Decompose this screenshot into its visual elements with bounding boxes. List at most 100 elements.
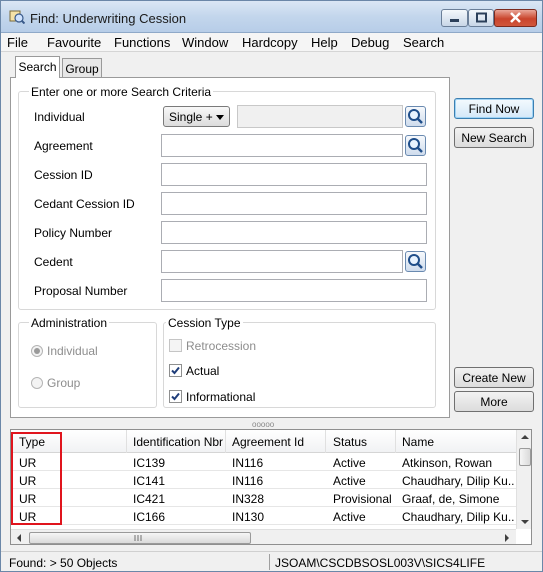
agreement-field[interactable] <box>161 134 403 157</box>
new-search-button[interactable]: New Search <box>454 127 534 148</box>
menu-help[interactable]: Help <box>311 35 338 50</box>
menu-file[interactable]: File <box>7 35 28 50</box>
individual-label: Individual <box>34 110 85 124</box>
find-now-button[interactable]: Find Now <box>454 98 534 119</box>
radio-dot <box>34 348 40 354</box>
proposal-number-field[interactable] <box>161 279 427 302</box>
cell-status: Active <box>333 510 366 524</box>
cession-id-field[interactable] <box>161 163 427 186</box>
informational-label: Informational <box>186 390 256 404</box>
minimize-icon <box>450 19 459 22</box>
cedant-cession-id-label: Cedant Cession ID <box>34 197 135 211</box>
menu-window[interactable]: Window <box>182 35 228 50</box>
horizontal-scrollbar[interactable] <box>11 529 516 544</box>
proposal-number-label: Proposal Number <box>34 284 128 298</box>
administration-group <box>18 322 157 408</box>
cell-status: Active <box>333 474 366 488</box>
column-divider[interactable] <box>126 430 127 453</box>
title-bar[interactable]: Find: Underwriting Cession <box>1 1 542 33</box>
grip-icon <box>134 535 142 541</box>
individual-field[interactable] <box>237 105 403 128</box>
cell-agreement-id: IN328 <box>232 492 265 506</box>
policy-number-field[interactable] <box>161 221 427 244</box>
retrocession-checkbox[interactable] <box>169 339 182 352</box>
scroll-left-icon[interactable] <box>16 534 22 542</box>
cedent-search-button[interactable] <box>405 251 426 272</box>
cell-status: Active <box>333 456 366 470</box>
column-header-agreement-id[interactable]: Agreement Id <box>232 435 304 449</box>
status-bar: Found: > 50 Objects JSOAM\CSCDBSOSL003V\… <box>1 551 542 571</box>
individual-mode-select[interactable]: Single + <box>163 106 230 127</box>
status-divider <box>269 554 270 570</box>
close-button[interactable] <box>494 9 537 27</box>
cell-name: Chaudhary, Dilip Ku... <box>402 510 514 524</box>
splitter-grip[interactable]: ooooo <box>252 420 274 429</box>
admin-individual-radio[interactable] <box>31 345 43 357</box>
vertical-scrollbar[interactable] <box>516 430 531 529</box>
actual-checkbox[interactable] <box>169 364 182 377</box>
checkmark-icon <box>171 366 180 375</box>
found-count-text: Found: > 50 Objects <box>9 556 118 570</box>
cell-identification-nbr: IC421 <box>133 492 166 506</box>
individual-mode-value: Single + <box>169 110 213 124</box>
window-title: Find: Underwriting Cession <box>30 11 187 26</box>
tab-search[interactable]: Search <box>15 56 60 78</box>
horizontal-scroll-thumb[interactable] <box>29 532 251 544</box>
individual-search-button[interactable] <box>405 106 426 127</box>
column-header-identification-nbr[interactable]: Identification Nbr <box>133 435 223 449</box>
cell-name: Graaf, de, Simone <box>402 492 500 506</box>
informational-checkbox[interactable] <box>169 390 182 403</box>
column-header-name[interactable]: Name <box>402 435 434 449</box>
table-row[interactable]: UR IC166 IN130 Active Chaudhary, Dilip K… <box>11 508 516 525</box>
scroll-up-icon[interactable] <box>521 434 529 440</box>
menu-search[interactable]: Search <box>403 35 444 50</box>
cell-identification-nbr: IC139 <box>133 456 166 470</box>
table-row[interactable]: UR IC421 IN328 Provisional Graaf, de, Si… <box>11 490 516 507</box>
agreement-search-button[interactable] <box>405 135 426 156</box>
scroll-right-icon[interactable] <box>504 534 510 542</box>
cell-status: Provisional <box>333 492 392 506</box>
chevron-down-icon <box>216 115 224 120</box>
tab-group[interactable]: Group <box>62 58 102 78</box>
magnifier-icon <box>408 138 423 153</box>
minimize-button[interactable] <box>441 9 468 27</box>
table-header: Type Identification Nbr Agreement Id Sta… <box>11 430 516 453</box>
retrocession-label: Retrocession <box>186 339 257 353</box>
column-header-status[interactable]: Status <box>333 435 367 449</box>
menu-debug[interactable]: Debug <box>351 35 389 50</box>
menu-favourite[interactable]: Favourite <box>47 35 101 50</box>
maximize-button[interactable] <box>468 9 494 27</box>
maximize-icon <box>476 12 487 23</box>
menu-functions[interactable]: Functions <box>114 35 170 50</box>
cession-id-label: Cession ID <box>34 168 93 182</box>
column-divider[interactable] <box>325 430 326 453</box>
more-button[interactable]: More <box>454 391 534 412</box>
magnifier-icon <box>408 254 423 269</box>
cedant-cession-id-field[interactable] <box>161 192 427 215</box>
administration-group-title: Administration <box>29 316 110 330</box>
create-new-button[interactable]: Create New <box>454 367 534 388</box>
table-row[interactable]: UR IC141 IN116 Active Chaudhary, Dilip K… <box>11 472 516 489</box>
column-divider[interactable] <box>395 430 396 453</box>
connection-text: JSOAM\CSCDBSOSL003V\SICS4LIFE <box>275 556 486 570</box>
cell-identification-nbr: IC166 <box>133 510 166 524</box>
cell-name: Atkinson, Rowan <box>402 456 493 470</box>
app-icon <box>9 10 25 24</box>
menu-hardcopy[interactable]: Hardcopy <box>242 35 298 50</box>
vertical-scroll-thumb[interactable] <box>519 448 531 466</box>
cession-type-group-title: Cession Type <box>166 316 243 330</box>
admin-group-radio[interactable] <box>31 377 43 389</box>
cedent-label: Cedent <box>34 255 73 269</box>
policy-number-label: Policy Number <box>34 226 113 240</box>
cell-identification-nbr: IC141 <box>133 474 166 488</box>
table-row[interactable]: UR IC139 IN116 Active Atkinson, Rowan <box>11 454 516 471</box>
checkmark-icon <box>171 392 180 401</box>
criteria-group-title: Enter one or more Search Criteria <box>29 85 214 99</box>
cedent-field[interactable] <box>161 250 403 273</box>
agreement-label: Agreement <box>34 139 93 153</box>
type-column-highlight <box>11 432 62 525</box>
scroll-down-icon[interactable] <box>521 519 529 525</box>
column-divider[interactable] <box>225 430 226 453</box>
find-window: Find: Underwriting Cession File Favourit… <box>0 0 543 572</box>
cell-name: Chaudhary, Dilip Ku... <box>402 474 514 488</box>
